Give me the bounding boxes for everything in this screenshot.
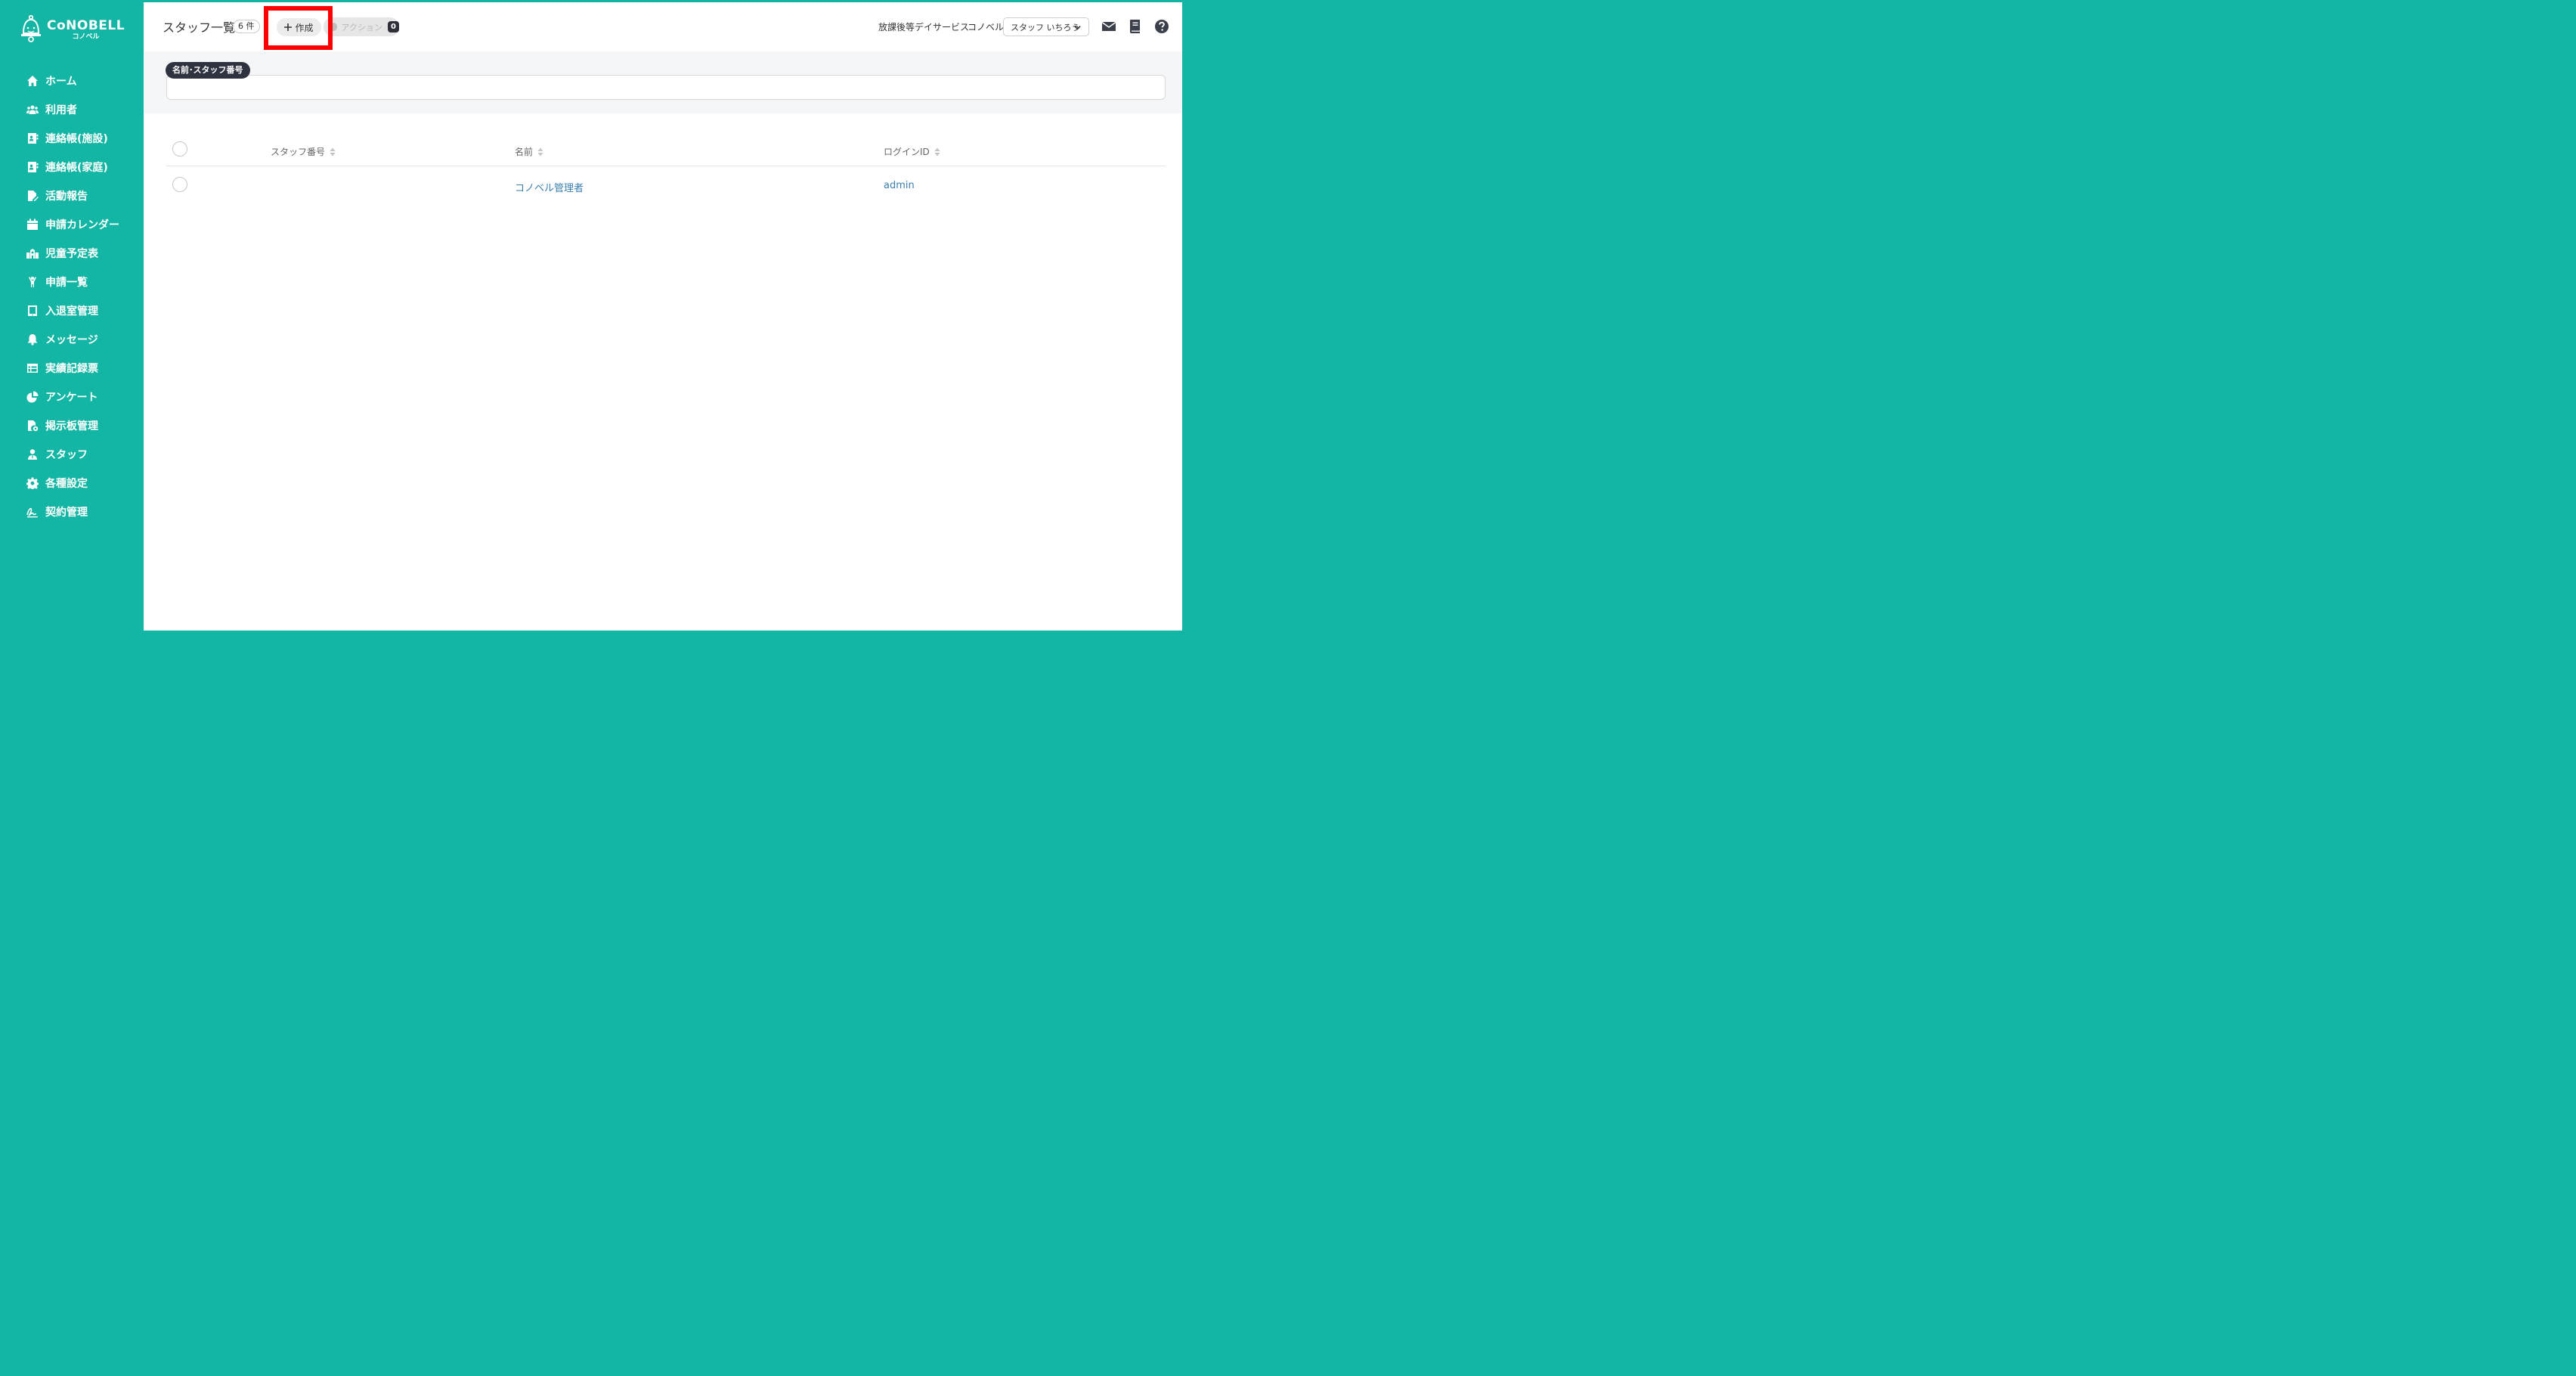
action-button[interactable]: アクション 0 <box>324 17 399 36</box>
name-staff-number-search-input[interactable] <box>166 75 1166 100</box>
sidebar-item-home[interactable]: ホーム <box>0 67 144 95</box>
sidebar-item-survey[interactable]: アンケート <box>0 383 144 411</box>
sidebar-item-contract[interactable]: 契約管理 <box>0 497 144 526</box>
sidebar-item-label: ホーム <box>45 76 77 88</box>
sidebar-item-contact-book-facility[interactable]: 連絡帳(施設) <box>0 124 144 153</box>
sidebar-item-label: 活動報告 <box>45 191 88 203</box>
sidebar-item-label: 連絡帳(施設) <box>45 133 108 145</box>
conobell-logo[interactable]: CoNOBELL コノベル <box>20 15 133 45</box>
login-id-link[interactable]: admin <box>884 180 915 191</box>
sidebar-item-label: 利用者 <box>45 104 77 116</box>
contact-book-icon <box>26 132 39 145</box>
file-settings-icon <box>26 419 39 432</box>
sidebar-item-child-schedule[interactable]: 児童予定表 <box>0 239 144 268</box>
sidebar-item-message[interactable]: メッセージ <box>0 325 144 354</box>
sort-icon <box>537 147 543 156</box>
table-icon <box>26 361 39 375</box>
sidebar-item-label: 実績記録票 <box>45 363 98 375</box>
manual-book-icon[interactable] <box>1128 19 1143 34</box>
create-button-label: 作成 <box>295 22 314 33</box>
sidebar-item-request-list[interactable]: 申請一覧 <box>0 268 144 296</box>
sidebar-item-label: 児童予定表 <box>45 248 98 260</box>
gear-icon <box>26 476 39 490</box>
sidebar-item-staff[interactable]: スタッフ <box>0 440 144 469</box>
sidebar-item-label: 申請一覧 <box>45 277 88 289</box>
sidebar-item-label: 契約管理 <box>45 507 88 519</box>
staff-select-value: スタッフ いちろう <box>1011 22 1080 33</box>
column-header-login-id[interactable]: ログインID <box>884 145 940 158</box>
staff-icon <box>26 448 39 461</box>
row-checkbox[interactable] <box>172 177 187 192</box>
sidebar-item-label: 入退室管理 <box>45 305 98 318</box>
filter-label: 名前･スタッフ番号 <box>166 62 250 79</box>
column-header-name[interactable]: 名前 <box>515 145 543 158</box>
column-label: ログインID <box>884 147 930 157</box>
users-icon <box>26 103 39 116</box>
chevron-down-icon <box>1074 26 1081 30</box>
column-label: スタッフ番号 <box>271 147 326 157</box>
sidebar-item-entry-exit[interactable]: 入退室管理 <box>0 296 144 325</box>
sidebar-item-activity-report[interactable]: 活動報告 <box>0 181 144 210</box>
sidebar-item-users[interactable]: 利用者 <box>0 95 144 124</box>
file-edit-icon <box>26 189 39 203</box>
sidebar: CoNOBELL コノベル ホーム 利用者 連絡帳(施設) 連絡帳(家庭) 活動… <box>0 0 144 633</box>
sidebar-item-label: 申請カレンダー <box>45 219 119 231</box>
sidebar-item-label: メッセージ <box>45 334 98 346</box>
contact-book-icon <box>26 160 39 174</box>
action-count-badge: 0 <box>387 21 399 33</box>
pie-chart-icon <box>26 390 39 404</box>
create-button[interactable]: 作成 <box>277 18 321 36</box>
signature-icon <box>26 505 39 519</box>
child-icon <box>26 275 39 289</box>
action-button-label: アクション <box>341 22 382 33</box>
sidebar-nav: ホーム 利用者 連絡帳(施設) 連絡帳(家庭) 活動報告 申請カレンダー 児童予… <box>0 67 144 526</box>
sort-icon <box>934 147 940 156</box>
action-icon <box>330 23 338 31</box>
sidebar-item-label: 掲示板管理 <box>45 420 98 432</box>
school-icon <box>26 246 39 260</box>
logo-subtext: コノベル <box>72 33 100 41</box>
sidebar-item-request-calendar[interactable]: 申請カレンダー <box>0 210 144 239</box>
plus-icon <box>284 23 293 31</box>
staff-name-link[interactable]: コノベル管理者 <box>515 180 584 194</box>
select-all-checkbox[interactable] <box>172 141 187 157</box>
page-title: スタッフ一覧 <box>163 20 236 35</box>
table-header: スタッフ番号 名前 ログインID <box>166 135 1166 166</box>
sidebar-item-label: アンケート <box>45 392 98 404</box>
staff-table: スタッフ番号 名前 ログインID コノベル管理者 admin <box>166 135 1166 204</box>
count-badge: 6 件 <box>233 20 260 33</box>
sidebar-item-settings[interactable]: 各種設定 <box>0 469 144 497</box>
column-header-staff-number[interactable]: スタッフ番号 <box>271 145 336 158</box>
help-icon[interactable] <box>1154 19 1169 34</box>
top-bar: スタッフ一覧 6 件 作成 アクション 0 放課後等デイサービス コノベル スタ… <box>144 2 1182 51</box>
table-row[interactable]: コノベル管理者 admin <box>166 166 1166 204</box>
sidebar-item-board-management[interactable]: 掲示板管理 <box>0 411 144 440</box>
bell-logo-icon <box>21 15 41 42</box>
filter-area: 名前･スタッフ番号 <box>144 51 1182 113</box>
sidebar-item-label: スタッフ <box>45 449 88 461</box>
main-panel: スタッフ一覧 6 件 作成 アクション 0 放課後等デイサービス コノベル スタ… <box>144 2 1182 631</box>
sort-icon <box>330 147 336 156</box>
logo-text: CoNOBELL <box>47 18 125 33</box>
sidebar-item-label: 各種設定 <box>45 478 88 490</box>
calendar-icon <box>26 218 39 231</box>
sidebar-item-record-sheet[interactable]: 実績記録票 <box>0 354 144 383</box>
bell-icon <box>26 333 39 346</box>
facility-name: コノベル <box>968 22 1005 33</box>
sidebar-item-contact-book-home[interactable]: 連絡帳(家庭) <box>0 153 144 181</box>
tablet-icon <box>26 304 39 318</box>
sidebar-item-label: 連絡帳(家庭) <box>45 162 108 174</box>
facility-type: 放課後等デイサービス <box>878 22 970 33</box>
column-label: 名前 <box>515 147 534 157</box>
home-icon <box>26 74 39 88</box>
mail-icon[interactable] <box>1101 19 1116 34</box>
staff-select[interactable]: スタッフ いちろう <box>1003 17 1089 36</box>
